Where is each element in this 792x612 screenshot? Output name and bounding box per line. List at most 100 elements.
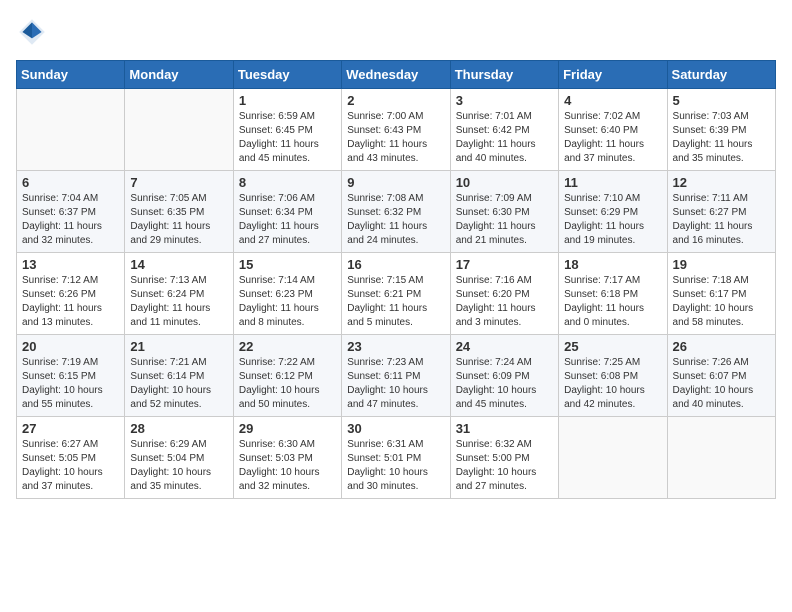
day-info: Sunrise: 7:11 AM Sunset: 6:27 PM Dayligh… xyxy=(673,192,770,248)
calendar-cell: 6 Sunrise: 7:04 AM Sunset: 6:37 PM Daylig… xyxy=(17,171,125,253)
calendar-cell: 22 Sunrise: 7:22 AM Sunset: 6:12 PM Dayli… xyxy=(233,335,341,417)
day-info: Sunrise: 7:19 AM Sunset: 6:15 PM Dayligh… xyxy=(22,356,119,412)
calendar-cell: 27 Sunrise: 6:27 AM Sunset: 5:05 PM Dayli… xyxy=(17,417,125,499)
day-number: 5 xyxy=(673,93,770,108)
day-info: Sunrise: 7:13 AM Sunset: 6:24 PM Dayligh… xyxy=(130,274,227,330)
page-header xyxy=(16,16,776,48)
calendar-table: SundayMondayTuesdayWednesdayThursdayFrid… xyxy=(16,60,776,499)
day-number: 20 xyxy=(22,339,119,354)
day-info: Sunrise: 7:16 AM Sunset: 6:20 PM Dayligh… xyxy=(456,274,553,330)
day-info: Sunrise: 7:14 AM Sunset: 6:23 PM Dayligh… xyxy=(239,274,336,330)
day-info: Sunrise: 7:02 AM Sunset: 6:40 PM Dayligh… xyxy=(564,110,661,166)
day-info: Sunrise: 7:26 AM Sunset: 6:07 PM Dayligh… xyxy=(673,356,770,412)
header-thursday: Thursday xyxy=(450,61,558,89)
day-number: 24 xyxy=(456,339,553,354)
day-info: Sunrise: 7:15 AM Sunset: 6:21 PM Dayligh… xyxy=(347,274,444,330)
calendar-cell: 12Sunrise: 7:11 AM Sunset: 6:27 PM Dayli… xyxy=(667,171,775,253)
day-number: 10 xyxy=(456,175,553,190)
day-info: Sunrise: 7:06 AM Sunset: 6:34 PM Dayligh… xyxy=(239,192,336,248)
day-info: Sunrise: 7:04 AM Sunset: 6:37 PM Dayligh… xyxy=(22,192,119,248)
day-number: 4 xyxy=(564,93,661,108)
calendar-week-row: 6 Sunrise: 7:04 AM Sunset: 6:37 PM Daylig… xyxy=(17,171,776,253)
calendar-cell: 1 Sunrise: 6:59 AM Sunset: 6:45 PM Daylig… xyxy=(233,89,341,171)
header-tuesday: Tuesday xyxy=(233,61,341,89)
day-number: 27 xyxy=(22,421,119,436)
calendar-cell: 8 Sunrise: 7:06 AM Sunset: 6:34 PM Daylig… xyxy=(233,171,341,253)
calendar-cell: 15 Sunrise: 7:14 AM Sunset: 6:23 PM Dayli… xyxy=(233,253,341,335)
day-number: 30 xyxy=(347,421,444,436)
day-number: 8 xyxy=(239,175,336,190)
calendar-cell xyxy=(559,417,667,499)
day-number: 14 xyxy=(130,257,227,272)
day-info: Sunrise: 7:01 AM Sunset: 6:42 PM Dayligh… xyxy=(456,110,553,166)
day-info: Sunrise: 6:59 AM Sunset: 6:45 PM Dayligh… xyxy=(239,110,336,166)
day-number: 11 xyxy=(564,175,661,190)
calendar-cell xyxy=(667,417,775,499)
calendar-cell: 24 Sunrise: 7:24 AM Sunset: 6:09 PM Dayli… xyxy=(450,335,558,417)
day-info: Sunrise: 7:09 AM Sunset: 6:30 PM Dayligh… xyxy=(456,192,553,248)
day-info: Sunrise: 7:17 AM Sunset: 6:18 PM Dayligh… xyxy=(564,274,661,330)
calendar-week-row: 20 Sunrise: 7:19 AM Sunset: 6:15 PM Dayli… xyxy=(17,335,776,417)
logo xyxy=(16,16,52,48)
day-number: 18 xyxy=(564,257,661,272)
calendar-cell xyxy=(17,89,125,171)
day-info: Sunrise: 6:29 AM Sunset: 5:04 PM Dayligh… xyxy=(130,438,227,494)
day-number: 19 xyxy=(673,257,770,272)
header-friday: Friday xyxy=(559,61,667,89)
calendar-cell: 19Sunrise: 7:18 AM Sunset: 6:17 PM Dayli… xyxy=(667,253,775,335)
day-number: 1 xyxy=(239,93,336,108)
calendar-week-row: 13 Sunrise: 7:12 AM Sunset: 6:26 PM Dayli… xyxy=(17,253,776,335)
calendar-cell: 13 Sunrise: 7:12 AM Sunset: 6:26 PM Dayli… xyxy=(17,253,125,335)
header-monday: Monday xyxy=(125,61,233,89)
calendar-cell: 3 Sunrise: 7:01 AM Sunset: 6:42 PM Daylig… xyxy=(450,89,558,171)
day-number: 22 xyxy=(239,339,336,354)
header-wednesday: Wednesday xyxy=(342,61,450,89)
day-info: Sunrise: 6:27 AM Sunset: 5:05 PM Dayligh… xyxy=(22,438,119,494)
day-info: Sunrise: 7:08 AM Sunset: 6:32 PM Dayligh… xyxy=(347,192,444,248)
calendar-cell xyxy=(125,89,233,171)
day-number: 13 xyxy=(22,257,119,272)
day-number: 15 xyxy=(239,257,336,272)
calendar-cell: 2 Sunrise: 7:00 AM Sunset: 6:43 PM Daylig… xyxy=(342,89,450,171)
day-info: Sunrise: 7:12 AM Sunset: 6:26 PM Dayligh… xyxy=(22,274,119,330)
calendar-cell: 14 Sunrise: 7:13 AM Sunset: 6:24 PM Dayli… xyxy=(125,253,233,335)
calendar-week-row: 1 Sunrise: 6:59 AM Sunset: 6:45 PM Daylig… xyxy=(17,89,776,171)
day-number: 29 xyxy=(239,421,336,436)
calendar-cell: 26Sunrise: 7:26 AM Sunset: 6:07 PM Dayli… xyxy=(667,335,775,417)
day-info: Sunrise: 6:30 AM Sunset: 5:03 PM Dayligh… xyxy=(239,438,336,494)
calendar-cell: 10 Sunrise: 7:09 AM Sunset: 6:30 PM Dayli… xyxy=(450,171,558,253)
day-number: 16 xyxy=(347,257,444,272)
calendar-cell: 30 Sunrise: 6:31 AM Sunset: 5:01 PM Dayli… xyxy=(342,417,450,499)
calendar-cell: 29 Sunrise: 6:30 AM Sunset: 5:03 PM Dayli… xyxy=(233,417,341,499)
day-number: 6 xyxy=(22,175,119,190)
day-info: Sunrise: 7:00 AM Sunset: 6:43 PM Dayligh… xyxy=(347,110,444,166)
day-number: 3 xyxy=(456,93,553,108)
day-info: Sunrise: 7:22 AM Sunset: 6:12 PM Dayligh… xyxy=(239,356,336,412)
day-info: Sunrise: 7:10 AM Sunset: 6:29 PM Dayligh… xyxy=(564,192,661,248)
day-number: 7 xyxy=(130,175,227,190)
calendar-cell: 7 Sunrise: 7:05 AM Sunset: 6:35 PM Daylig… xyxy=(125,171,233,253)
day-info: Sunrise: 7:05 AM Sunset: 6:35 PM Dayligh… xyxy=(130,192,227,248)
day-info: Sunrise: 6:32 AM Sunset: 5:00 PM Dayligh… xyxy=(456,438,553,494)
day-info: Sunrise: 7:24 AM Sunset: 6:09 PM Dayligh… xyxy=(456,356,553,412)
day-number: 31 xyxy=(456,421,553,436)
calendar-cell: 4 Sunrise: 7:02 AM Sunset: 6:40 PM Daylig… xyxy=(559,89,667,171)
calendar-cell: 18 Sunrise: 7:17 AM Sunset: 6:18 PM Dayli… xyxy=(559,253,667,335)
calendar-cell: 28 Sunrise: 6:29 AM Sunset: 5:04 PM Dayli… xyxy=(125,417,233,499)
header-sunday: Sunday xyxy=(17,61,125,89)
day-info: Sunrise: 7:21 AM Sunset: 6:14 PM Dayligh… xyxy=(130,356,227,412)
day-number: 17 xyxy=(456,257,553,272)
logo-icon xyxy=(16,16,48,48)
day-info: Sunrise: 7:25 AM Sunset: 6:08 PM Dayligh… xyxy=(564,356,661,412)
day-info: Sunrise: 7:03 AM Sunset: 6:39 PM Dayligh… xyxy=(673,110,770,166)
calendar-cell: 20 Sunrise: 7:19 AM Sunset: 6:15 PM Dayli… xyxy=(17,335,125,417)
calendar-cell: 31 Sunrise: 6:32 AM Sunset: 5:00 PM Dayli… xyxy=(450,417,558,499)
calendar-cell: 17 Sunrise: 7:16 AM Sunset: 6:20 PM Dayli… xyxy=(450,253,558,335)
day-info: Sunrise: 6:31 AM Sunset: 5:01 PM Dayligh… xyxy=(347,438,444,494)
day-number: 2 xyxy=(347,93,444,108)
calendar-cell: 9Sunrise: 7:08 AM Sunset: 6:32 PM Daylig… xyxy=(342,171,450,253)
day-number: 21 xyxy=(130,339,227,354)
day-number: 28 xyxy=(130,421,227,436)
day-number: 25 xyxy=(564,339,661,354)
calendar-cell: 25 Sunrise: 7:25 AM Sunset: 6:08 PM Dayli… xyxy=(559,335,667,417)
